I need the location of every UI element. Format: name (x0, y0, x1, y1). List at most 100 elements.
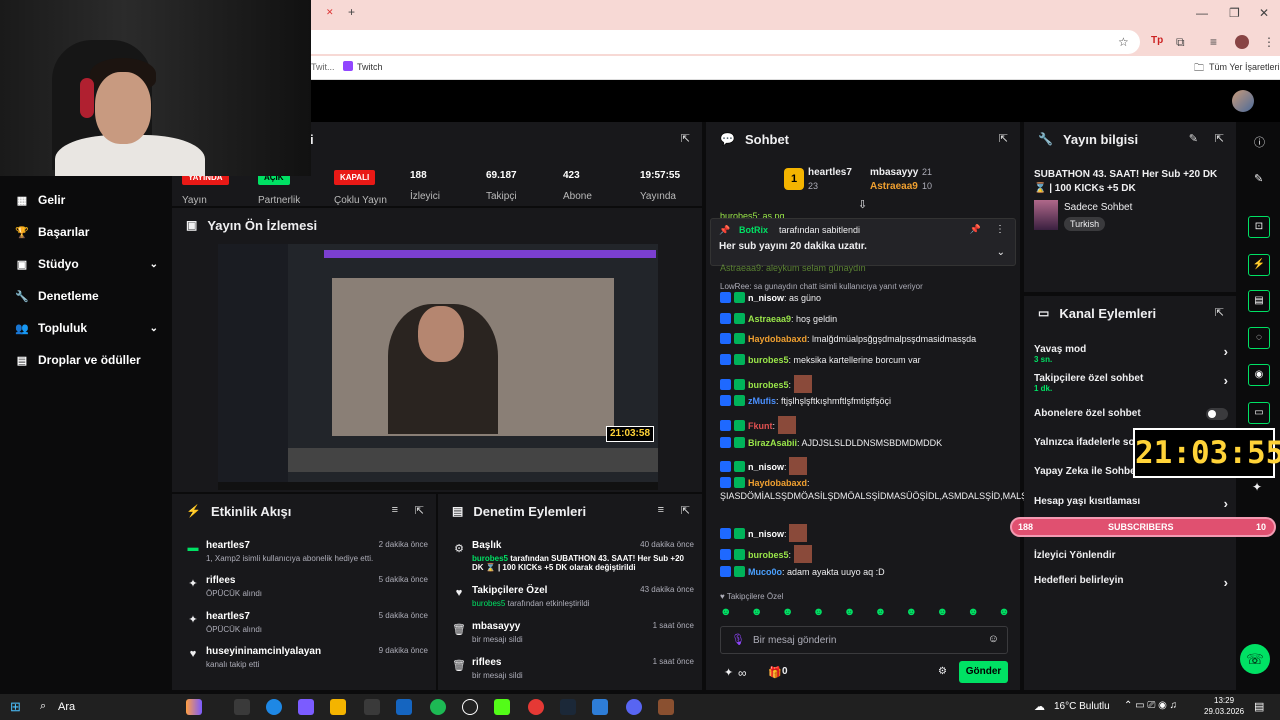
edge-icon[interactable] (266, 699, 282, 715)
chat-username[interactable]: burobes5 (748, 355, 789, 365)
extension-icon[interactable]: Tp (1151, 35, 1163, 46)
chat-username[interactable]: burobes5 (748, 380, 789, 390)
tab-close-icon[interactable]: ✕ (326, 7, 334, 18)
new-tab-icon[interactable]: + (348, 5, 355, 19)
puzzle-icon[interactable]: ⧉ (1176, 35, 1185, 50)
copilot-icon[interactable] (298, 699, 314, 715)
pin-toggle-icon[interactable]: 📌 (970, 224, 981, 235)
sidebar-item-community[interactable]: 👥 Topluluk ⌄ (14, 318, 164, 338)
user-avatar[interactable] (1232, 90, 1254, 112)
kick-icon[interactable] (494, 699, 510, 715)
tray-icons[interactable]: ⌃ ▭ ⎚ ◉ ♫ (1124, 700, 1177, 711)
chat-username[interactable]: n_nisow (748, 462, 784, 472)
rail-panel-button[interactable]: ▭ (1248, 402, 1270, 424)
rail-scan-button[interactable]: ⊡ (1248, 216, 1270, 238)
spotify-icon[interactable] (430, 699, 446, 715)
top-user-3[interactable]: Astraeaa9 (870, 181, 918, 192)
chat-username[interactable]: n_nisow (748, 293, 784, 303)
media-icon[interactable]: ≡ (1210, 35, 1217, 49)
popout-icon[interactable]: ⇱ (681, 132, 690, 145)
action-goals[interactable]: Hedefleri belirleyin › (1034, 575, 1228, 590)
sub-badge-icon (734, 477, 745, 488)
send-button[interactable]: Gönder (959, 661, 1008, 683)
help-button[interactable]: ☏ (1240, 644, 1270, 674)
widgets-icon[interactable] (186, 699, 202, 715)
rail-broadcast-button[interactable]: ◉ (1248, 364, 1270, 386)
chat-text: ftjşlhşlşftkışhmftlşfmtiştfşöçi (781, 396, 892, 406)
action-followers-only[interactable]: Takipçilere özel sohbet 1 dk. › (1034, 373, 1228, 393)
subscriber-goal-bar: 188 SUBSCRIBERS 10 (1010, 517, 1276, 537)
rail-doc-button[interactable]: ▤ (1248, 290, 1270, 312)
popout-icon[interactable]: ⇱ (999, 132, 1008, 145)
sidebar-item-studio[interactable]: ▣ Stüdyo ⌄ (14, 254, 164, 274)
subs-only-toggle[interactable] (1206, 408, 1228, 420)
chat-username[interactable]: Astraeaa9 (748, 314, 791, 324)
emoji-icon[interactable]: ☺ (988, 633, 999, 645)
chat-username[interactable]: zMufis (748, 396, 776, 406)
star-icon[interactable]: ☆ (1118, 35, 1129, 49)
stream-preview-video[interactable]: 21:03:58 (218, 244, 658, 490)
notifications-icon[interactable]: ▤ (1254, 700, 1264, 713)
top-user-1[interactable]: heartles7 (808, 167, 852, 178)
taskbar-search[interactable]: Ara (58, 701, 75, 713)
discord-icon[interactable] (626, 699, 642, 715)
edit-icon[interactable]: ✎ (1189, 132, 1198, 145)
sidebar-item-moderation[interactable]: 🔧 Denetleme (14, 286, 164, 306)
chevron-down-icon[interactable]: ⌄ (997, 247, 1005, 258)
minimize-icon[interactable]: — (1196, 6, 1208, 20)
points-icon[interactable]: ✦ (724, 666, 733, 679)
popout-icon[interactable]: ⇱ (1215, 132, 1224, 145)
weather[interactable]: 16°C Bulutlu (1054, 701, 1110, 712)
app-icon[interactable] (592, 699, 608, 715)
chat-username[interactable]: Haydobabaxd (748, 478, 807, 488)
search-icon[interactable]: ⌕ (40, 700, 46, 713)
url-field[interactable] (300, 30, 1140, 54)
top-user-2[interactable]: mbasayyy (870, 167, 918, 178)
bookmark-partial[interactable]: Twit... (311, 62, 335, 72)
profile-avatar[interactable] (1235, 35, 1249, 49)
sidebar-item-revenue[interactable]: ▦ Gelir (14, 190, 164, 210)
action-raid[interactable]: İzleyici Yönlendir (1034, 550, 1228, 561)
filter-icon[interactable]: ≡ (658, 504, 664, 516)
more-icon[interactable]: ⋮ (995, 224, 1005, 235)
chat-input[interactable]: 🎙 Bir mesaj gönderin ☺ (720, 626, 1008, 654)
sidebar-item-drops[interactable]: ▤ Droplar ve ödüller (14, 350, 164, 370)
store-icon[interactable] (364, 699, 380, 715)
outlook-icon[interactable] (396, 699, 412, 715)
edit-icon[interactable]: ✎ (1254, 172, 1263, 185)
chat-username[interactable]: BirazAsabii (748, 438, 797, 448)
rail-bolt-button[interactable]: ⚡ (1248, 254, 1270, 276)
steam-icon[interactable] (560, 699, 576, 715)
action-subs-only[interactable]: Abonelere özel sohbet (1034, 408, 1228, 420)
more-options-icon[interactable]: ✦ (1252, 480, 1262, 494)
action-slow-mode[interactable]: Yavaş mod 3 sn. › (1034, 344, 1228, 364)
chat-username[interactable]: burobes5 (748, 550, 789, 560)
popout-icon[interactable]: ⇱ (415, 504, 424, 517)
obs-icon[interactable] (462, 699, 478, 715)
chat-username[interactable]: Fkunt (748, 421, 773, 431)
popout-icon[interactable]: ⇱ (681, 504, 690, 517)
windows-start-icon[interactable]: ⊞ (10, 699, 21, 715)
chat-username[interactable]: n_nisow (748, 529, 784, 539)
chrome-icon[interactable] (528, 699, 544, 715)
info-icon[interactable]: ⓘ (1254, 134, 1265, 150)
chat-username[interactable]: Muco0o (748, 567, 782, 577)
close-window-icon[interactable]: ✕ (1259, 6, 1269, 20)
bookmark-twitch[interactable]: Twitch (357, 62, 383, 72)
rail-chat-button[interactable]: ◌ (1248, 327, 1270, 349)
filter-icon[interactable]: ≡ (392, 504, 398, 516)
explorer-icon[interactable] (330, 699, 346, 715)
game-icon[interactable] (658, 699, 674, 715)
all-bookmarks[interactable]: Tüm Yer İşaretleri (1209, 62, 1280, 72)
mic-icon[interactable]: 🎙 (731, 633, 745, 646)
maximize-icon[interactable]: ❐ (1229, 6, 1240, 20)
action-account-age[interactable]: Hesap yaşı kısıtlaması › (1034, 496, 1228, 511)
emote-row[interactable]: ☻ ☻ ☻ ☻ ☻ ☻ ☻ ☻ ☻ ☻ (720, 606, 1010, 620)
popout-icon[interactable]: ⇱ (1215, 306, 1224, 319)
settings-icon[interactable]: ⚙ (938, 666, 947, 677)
sidebar-item-achievements[interactable]: 🏆 Başarılar (14, 222, 164, 242)
gift-icon[interactable]: 🎁 (768, 666, 782, 679)
task-view-icon[interactable] (234, 699, 250, 715)
chat-username[interactable]: Haydobabaxd (748, 334, 807, 344)
menu-icon[interactable]: ⋮ (1263, 35, 1275, 49)
